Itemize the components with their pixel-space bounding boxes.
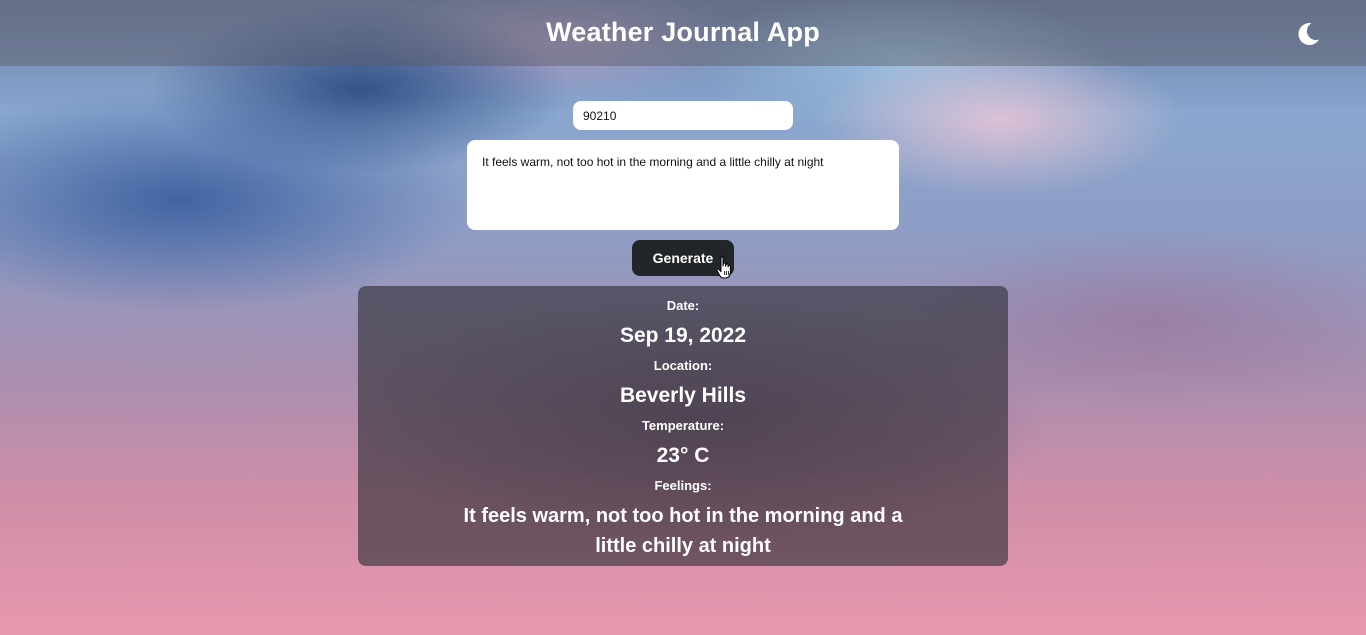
date-value: Sep 19, 2022 (619, 324, 747, 347)
feelings-label: Feelings: (654, 478, 712, 493)
moon-icon (1298, 23, 1319, 46)
generate-button[interactable]: Generate (632, 240, 734, 276)
location-label: Location: (653, 358, 713, 373)
theme-toggle-button[interactable] (1294, 20, 1322, 48)
temperature-label: Temperature: (641, 418, 725, 433)
location-value: Beverly Hills (619, 384, 747, 407)
feelings-textarea[interactable]: It feels warm, not too hot in the mornin… (467, 140, 899, 230)
feelings-value: It feels warm, not too hot in the mornin… (463, 505, 903, 557)
page-background: Weather Journal App It feels warm, not t… (0, 0, 1366, 635)
entry-holder-panel: Date: Sep 19, 2022 Location: Beverly Hil… (358, 286, 1008, 566)
app-title: Weather Journal App (546, 17, 820, 47)
app-header: Weather Journal App (0, 0, 1366, 66)
temperature-value: 23° C (656, 444, 710, 467)
date-label: Date: (666, 298, 700, 313)
zip-code-input[interactable] (573, 101, 793, 130)
